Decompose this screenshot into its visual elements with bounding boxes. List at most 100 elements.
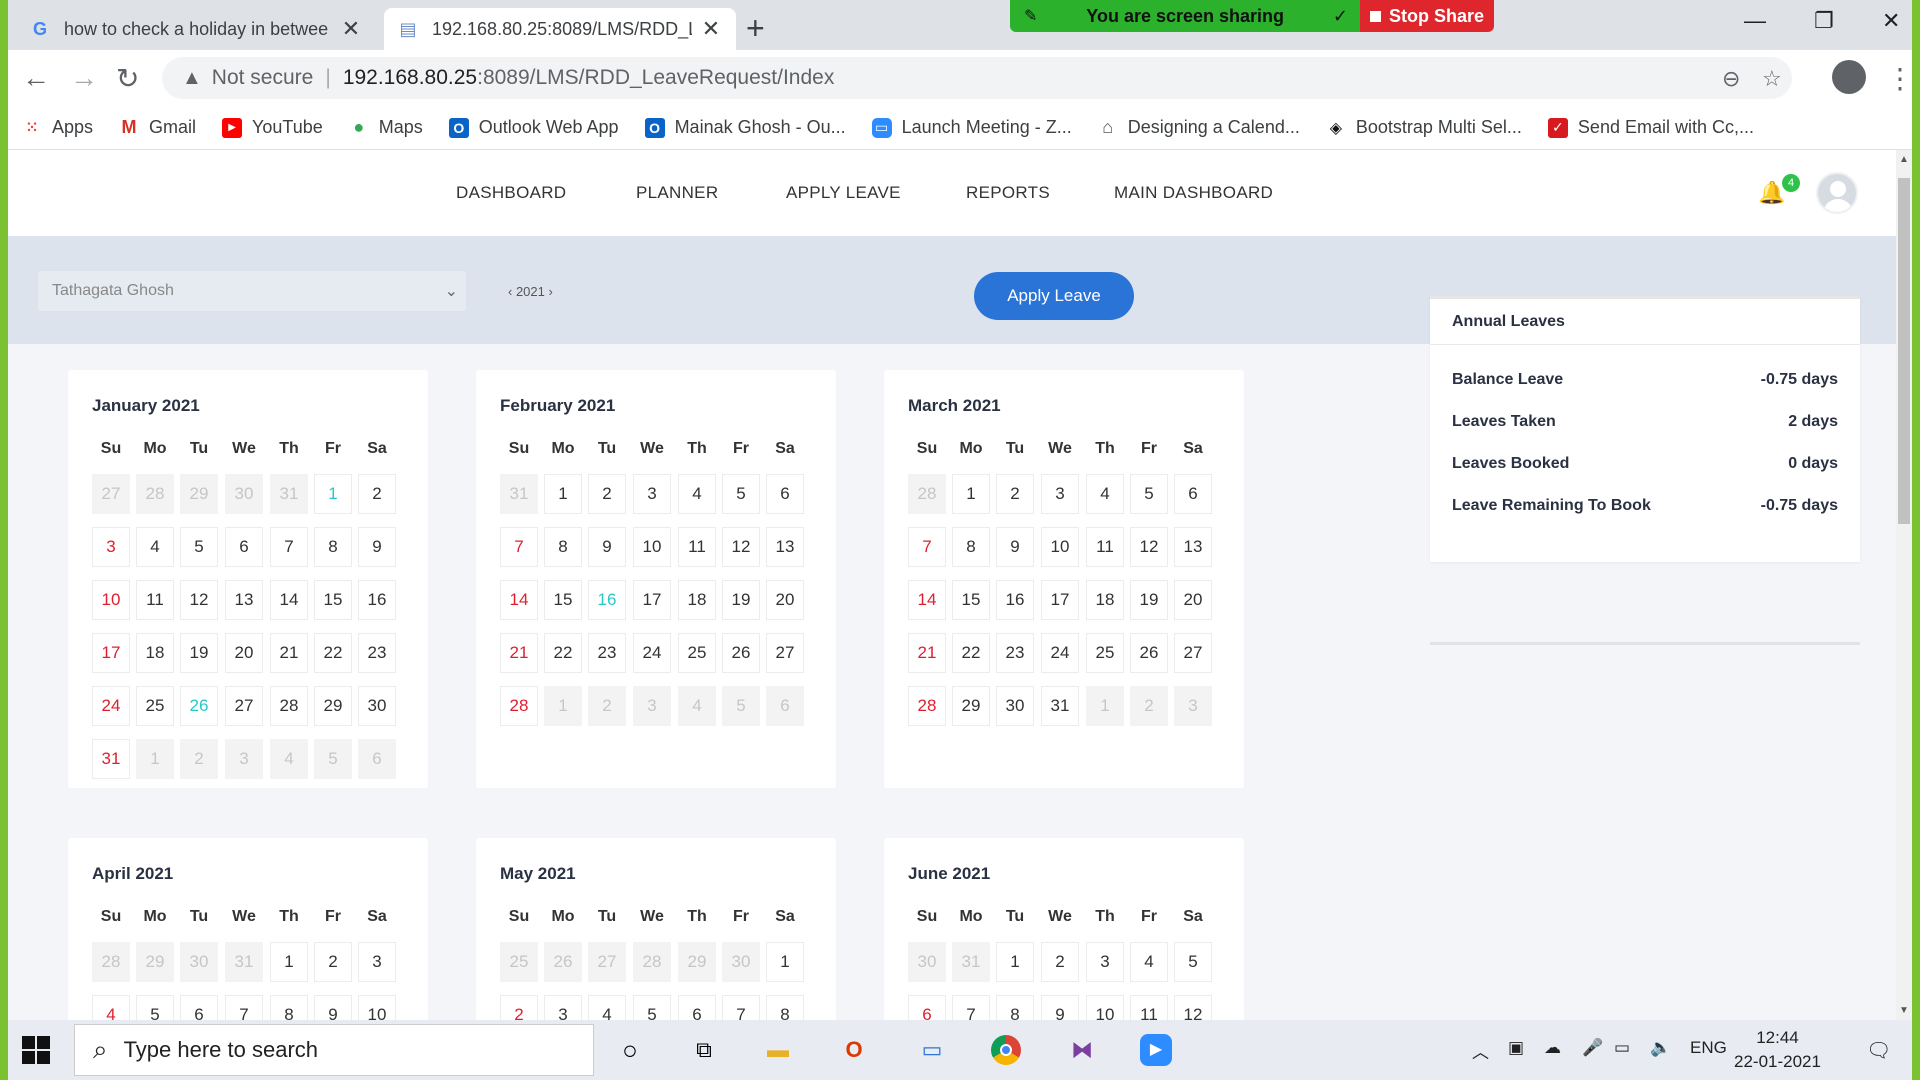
calendar-day[interactable]: 2 [588,474,626,514]
calendar-day[interactable]: 12 [1174,995,1212,1020]
calendar-day[interactable]: 9 [588,527,626,567]
calendar-day[interactable]: 25 [1086,633,1124,673]
calendar-day[interactable]: 9 [314,995,352,1020]
calendar-day[interactable]: 14 [500,580,538,620]
calendar-day[interactable]: 8 [952,527,990,567]
menu-dots-icon[interactable]: ⋮ [1886,62,1912,95]
zoom-app-icon[interactable]: ▶ [1138,1032,1174,1068]
calendar-day[interactable]: 19 [722,580,760,620]
url-input[interactable]: ▲ Not secure | 192.168.80.25 :8089/LMS/R… [162,57,1792,99]
nav-dashboard[interactable]: DASHBOARD [456,183,566,203]
calendar-day[interactable]: 13 [1174,527,1212,567]
calendar-day[interactable]: 17 [92,633,130,673]
calendar-day[interactable]: 7 [225,995,263,1020]
calendar-day[interactable]: 7 [270,527,308,567]
chrome-icon[interactable] [988,1032,1024,1068]
calendar-day[interactable]: 15 [952,580,990,620]
calendar-day[interactable]: 5 [180,527,218,567]
calendar-day[interactable]: 2 [996,474,1034,514]
calendar-day[interactable]: 19 [1130,580,1168,620]
bookmark-youtube[interactable]: ▶ YouTube [222,117,323,138]
calendar-day[interactable]: 3 [544,995,582,1020]
calendar-day[interactable]: 22 [314,633,352,673]
calendar-day[interactable]: 20 [1174,580,1212,620]
bookmark-zoom[interactable]: ▭ Launch Meeting - Z... [871,117,1072,138]
zoom-icon[interactable]: ⊖ [1722,66,1740,92]
calendar-day[interactable]: 21 [500,633,538,673]
bookmark-bootstrap[interactable]: ◈ Bootstrap Multi Sel... [1326,117,1522,138]
calendar-day[interactable]: 22 [952,633,990,673]
employee-select[interactable]: Tathagata Ghosh ⌄ [38,271,466,311]
calendar-day[interactable]: 9 [1041,995,1079,1020]
calendar-day[interactable]: 4 [92,995,130,1020]
calendar-day[interactable]: 3 [92,527,130,567]
calendar-day[interactable]: 8 [270,995,308,1020]
calendar-day[interactable]: 20 [225,633,263,673]
calendar-day[interactable]: 6 [1174,474,1212,514]
bookmark-apps[interactable]: ⁙ Apps [22,117,93,138]
nav-apply-leave[interactable]: APPLY LEAVE [786,183,901,203]
calendar-day[interactable]: 2 [314,942,352,982]
star-icon[interactable]: ☆ [1762,66,1782,92]
battery-icon[interactable]: ▭ [1614,1038,1630,1058]
calendar-day[interactable]: 29 [952,686,990,726]
calendar-day[interactable]: 5 [136,995,174,1020]
calendar-day[interactable]: 6 [908,995,946,1020]
pc-icon[interactable]: ▭ [914,1032,950,1068]
calendar-day[interactable]: 11 [678,527,716,567]
calendar-day[interactable]: 11 [1086,527,1124,567]
calendar-day[interactable]: 4 [678,474,716,514]
calendar-day[interactable]: 20 [766,580,804,620]
scroll-thumb[interactable] [1898,178,1910,524]
calendar-day[interactable]: 7 [722,995,760,1020]
calendar-day[interactable]: 3 [1086,942,1124,982]
bookmark-gmail[interactable]: M Gmail [119,117,197,138]
calendar-day[interactable]: 1 [544,474,582,514]
calendar-day[interactable]: 9 [358,527,396,567]
nav-reports[interactable]: REPORTS [966,183,1050,203]
nav-planner[interactable]: PLANNER [636,183,718,203]
calendar-day[interactable]: 5 [633,995,671,1020]
calendar-day[interactable]: 31 [92,739,130,779]
taskbar-search-input[interactable]: ⌕ Type here to search [74,1024,594,1076]
calendar-day[interactable]: 15 [544,580,582,620]
calendar-day[interactable]: 11 [1130,995,1168,1020]
calendar-day[interactable]: 3 [633,474,671,514]
language-indicator[interactable]: ENG [1690,1038,1727,1058]
year-navigator[interactable]: ‹ 2021 › [508,284,553,299]
calendar-day[interactable]: 28 [908,686,946,726]
calendar-day[interactable]: 9 [996,527,1034,567]
calendar-day[interactable]: 21 [270,633,308,673]
office-icon[interactable]: O [836,1032,872,1068]
calendar-day[interactable]: 8 [766,995,804,1020]
close-window-icon[interactable]: ✕ [1882,8,1900,34]
new-tab-button[interactable]: + [746,10,765,47]
scroll-down-icon[interactable]: ▼ [1899,1005,1909,1016]
calendar-day[interactable]: 31 [1041,686,1079,726]
close-tab-icon[interactable]: ✕ [340,16,362,42]
calendar-day[interactable]: 11 [136,580,174,620]
calendar-day[interactable]: 2 [358,474,396,514]
calendar-day[interactable]: 6 [225,527,263,567]
calendar-day[interactable]: 10 [1041,527,1079,567]
microphone-icon[interactable]: 🎤 [1582,1038,1603,1058]
calendar-day[interactable]: 24 [633,633,671,673]
calendar-day[interactable]: 17 [1041,580,1079,620]
restore-icon[interactable]: ❐ [1814,8,1834,34]
reload-icon[interactable]: ↻ [116,62,139,95]
calendar-day[interactable]: 1 [952,474,990,514]
calendar-day[interactable]: 5 [722,474,760,514]
screen-share-indicator[interactable]: ✎ You are screen sharing ✓ [1010,0,1360,32]
calendar-day[interactable]: 10 [633,527,671,567]
calendar-day[interactable]: 1 [996,942,1034,982]
bookmark-outlook[interactable]: O Outlook Web App [448,117,619,138]
calendar-day[interactable]: 27 [766,633,804,673]
calendar-day[interactable]: 5 [1174,942,1212,982]
calendar-day[interactable]: 7 [952,995,990,1020]
nav-main-dashboard[interactable]: MAIN DASHBOARD [1114,183,1273,203]
calendar-day[interactable]: 4 [1086,474,1124,514]
scroll-up-icon[interactable]: ▲ [1899,154,1909,165]
back-icon[interactable]: ← [22,62,50,94]
calendar-day[interactable]: 25 [678,633,716,673]
calendar-day[interactable]: 19 [180,633,218,673]
